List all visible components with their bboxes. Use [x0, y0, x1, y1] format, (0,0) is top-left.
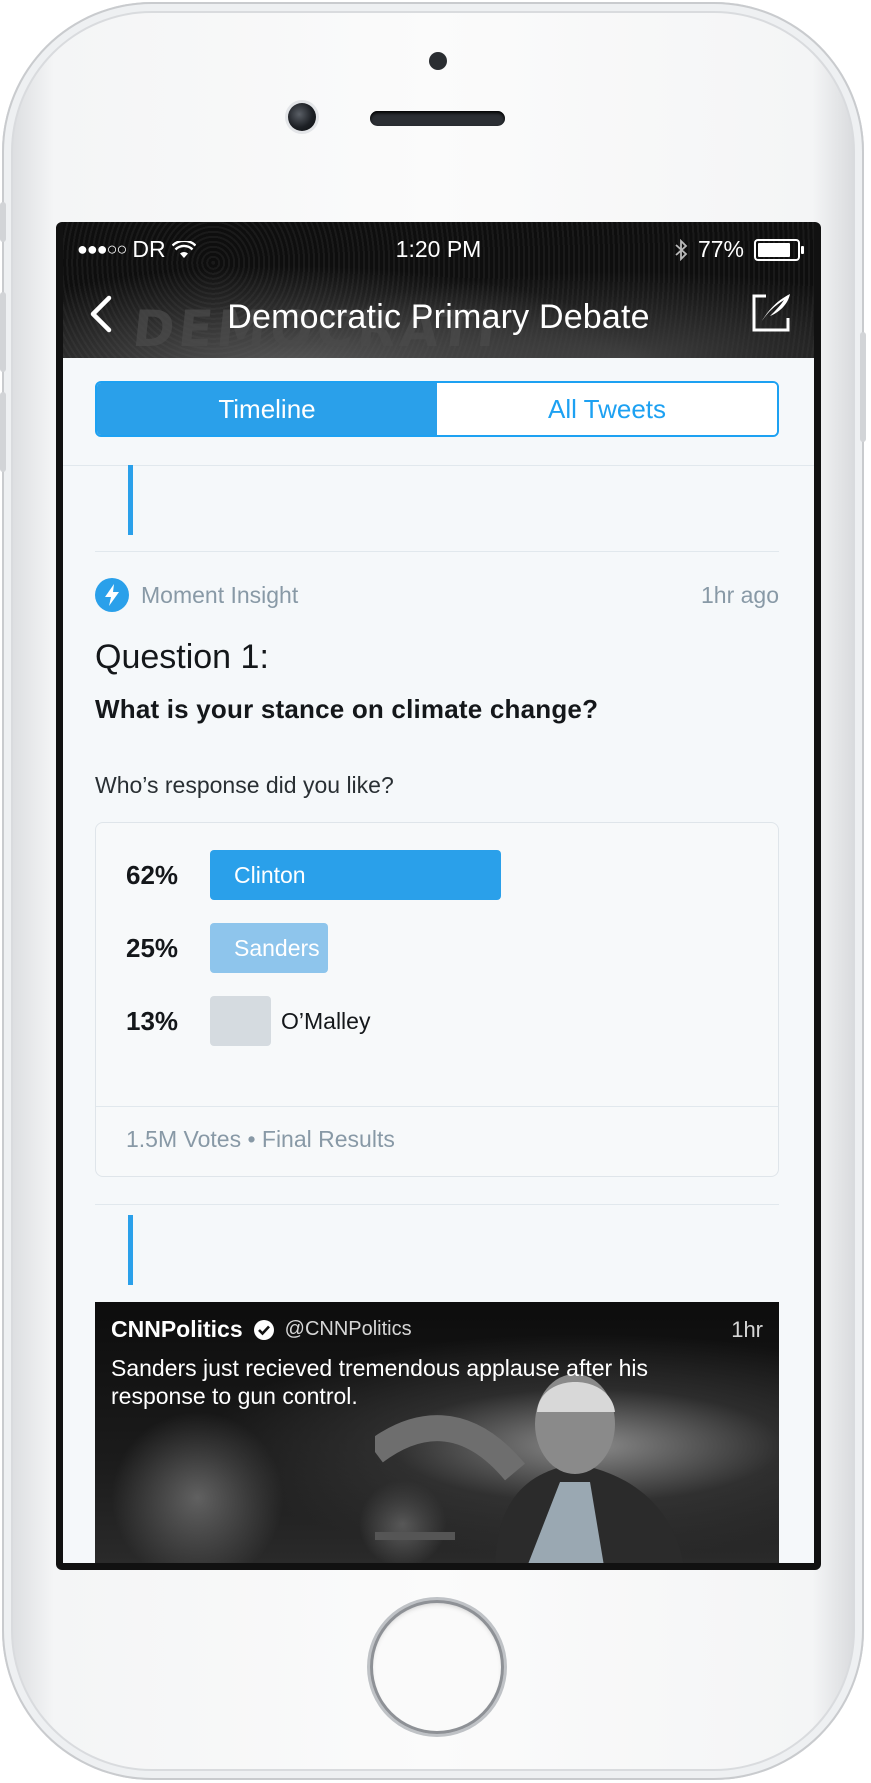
earpiece-speaker [370, 111, 505, 126]
poll-option-clinton[interactable]: 62% Clinton [126, 850, 501, 900]
question-number: Question 1: [95, 638, 269, 676]
battery-fill [758, 242, 791, 257]
proximity-sensor [429, 52, 447, 70]
divider [95, 551, 779, 552]
timeline-connector [128, 1215, 133, 1285]
tweet-author-handle[interactable]: @CNNPolitics [285, 1318, 412, 1341]
verified-badge-icon [253, 1319, 274, 1340]
segmented-control: Timeline All Tweets [95, 381, 779, 437]
battery-percent: 77% [697, 236, 744, 262]
poll-bar: Clinton [210, 850, 501, 900]
tab-timeline[interactable]: Timeline [97, 383, 437, 435]
insight-timestamp: 1hr ago [700, 581, 779, 608]
poll-bar [210, 996, 271, 1046]
divider [96, 1106, 778, 1107]
question-text: What is your stance on climate change? [95, 694, 599, 724]
status-bar: ●●●○○ DR 1:20 PM 77% [63, 222, 814, 278]
tweet-author-name[interactable]: CNNPolitics [111, 1316, 243, 1343]
poll-percent: 25% [126, 932, 179, 963]
home-button[interactable] [370, 1600, 504, 1734]
poll-prompt: Who’s response did you like? [95, 772, 394, 798]
poll-choice-label: O’Malley [281, 1007, 371, 1034]
poll-results-summary: 1.5M Votes • Final Results [126, 1126, 395, 1152]
poll-choice-label: Sanders [234, 934, 320, 961]
phone-frame: DEMOCRATI ●●●○○ DR 1:20 PM 77% Democrati… [0, 2, 866, 1780]
volume-up-button [0, 292, 6, 372]
tab-all-tweets[interactable]: All Tweets [437, 383, 777, 435]
tweet-header: CNNPolitics @CNNPolitics 1hr [111, 1316, 763, 1343]
tab-bar: Timeline All Tweets [63, 358, 814, 466]
header-banner: DEMOCRATI ●●●○○ DR 1:20 PM 77% Democrati… [63, 222, 814, 358]
front-camera [288, 103, 316, 131]
poll-bar: Sanders [210, 923, 328, 973]
poll-option-omalley[interactable]: 13% O’Malley [126, 996, 370, 1046]
poll-choice-label: Clinton [234, 861, 306, 888]
power-button [860, 332, 866, 442]
divider [95, 1204, 779, 1205]
tweet-timestamp: 1hr [731, 1316, 763, 1342]
moment-insight-header: Moment Insight 1hr ago [95, 577, 779, 613]
screen: DEMOCRATI ●●●○○ DR 1:20 PM 77% Democrati… [56, 222, 821, 1570]
tweet-card[interactable]: CNNPolitics @CNNPolitics 1hr Sanders jus… [95, 1302, 779, 1563]
insight-label: Moment Insight [141, 581, 299, 608]
volume-down-button [0, 392, 6, 472]
page-title: Democratic Primary Debate [227, 298, 650, 336]
lightning-bolt-icon [95, 578, 129, 612]
poll-percent: 62% [126, 859, 179, 890]
bluetooth-icon [675, 238, 688, 261]
app-content: DEMOCRATI ●●●○○ DR 1:20 PM 77% Democrati… [63, 222, 814, 1563]
status-right: 77% [674, 236, 804, 263]
poll-card: 62% Clinton 25% Sanders 13% O’Malley 1.5… [95, 822, 779, 1177]
mute-switch [0, 202, 6, 242]
poll-option-sanders[interactable]: 25% Sanders [126, 923, 328, 973]
nav-bar: Democratic Primary Debate [63, 278, 814, 358]
timeline-connector [128, 465, 133, 535]
tweet-text: Sanders just recieved tremendous applaus… [111, 1355, 648, 1409]
poll-percent: 13% [126, 1005, 179, 1036]
battery-icon [754, 238, 804, 261]
compose-tweet-icon[interactable] [748, 288, 796, 336]
